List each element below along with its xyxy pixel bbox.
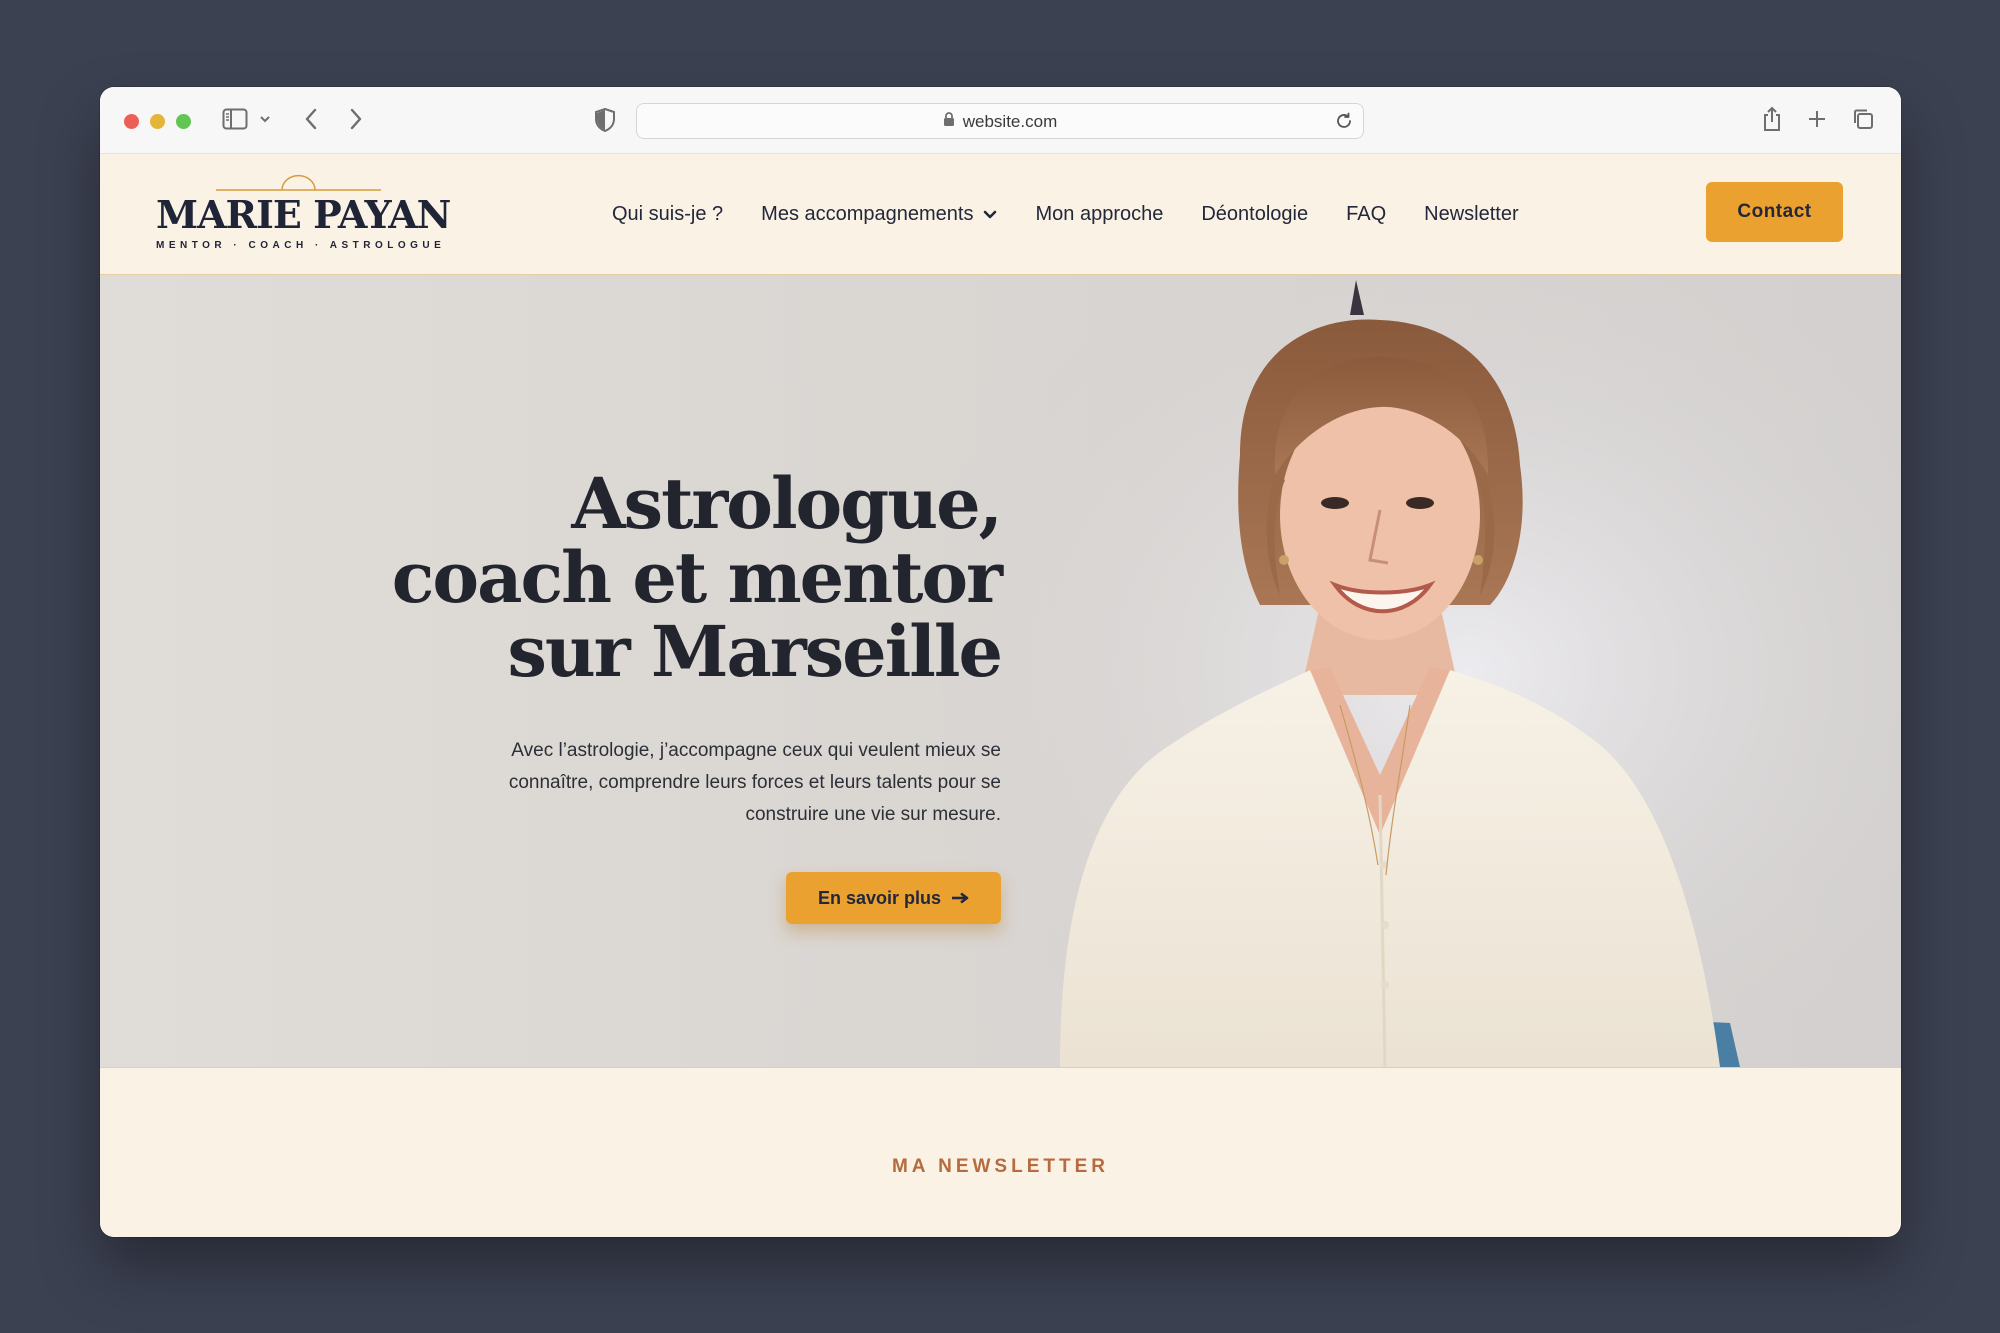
tabs-icon[interactable]	[1851, 107, 1875, 131]
contact-button[interactable]: Contact	[1706, 182, 1843, 242]
logo[interactable]: MARIE PAYAN MENTOR · COACH · ASTROLOGUE	[156, 168, 451, 258]
nav-label: Qui suis-je ?	[612, 203, 724, 225]
back-arrow-icon[interactable]	[300, 107, 322, 131]
browser-toolbar: website.com	[100, 87, 1901, 154]
url-text: website.com	[962, 112, 1058, 131]
address-text: website.com	[637, 104, 1363, 140]
zoom-window-button[interactable]	[176, 114, 191, 129]
shield-icon[interactable]	[593, 107, 617, 133]
browser-window: website.com MARIE PAYAN MENTOR · COACH ·…	[100, 87, 1901, 1237]
sunrise-arc-icon	[216, 174, 381, 191]
hero-text-line: connaître, comprendre leurs forces et le…	[508, 772, 1001, 793]
hero-title-line: Astrologue,	[571, 462, 1003, 545]
nav-item-mes-accompagnements[interactable]: Mes accompagnements	[761, 203, 997, 226]
plus-icon[interactable]	[1805, 107, 1829, 131]
newsletter-eyebrow: MA NEWSLETTER	[891, 1156, 1109, 1177]
forward-arrow-icon[interactable]	[345, 107, 367, 131]
logo-name: MARIE PAYAN	[156, 192, 451, 237]
address-bar[interactable]: website.com	[636, 103, 1364, 139]
nav-item-qui-suis-je[interactable]: Qui suis-je ?	[612, 203, 723, 226]
learn-more-label: En savoir plus	[817, 887, 942, 908]
nav-label: Newsletter	[1424, 203, 1519, 225]
hero-title-line: sur Marseille	[507, 610, 1003, 693]
hero-description: Avec l’astrologie, j’accompagne ceux qui…	[441, 735, 1001, 831]
close-window-button[interactable]	[124, 114, 139, 129]
hero-text-line: construire une vie sur mesure.	[745, 804, 1001, 825]
nav-item-mon-approche[interactable]: Mon approche	[1035, 203, 1163, 226]
nav-item-faq[interactable]: FAQ	[1346, 203, 1386, 226]
minimize-window-button[interactable]	[150, 114, 165, 129]
chevron-down-icon[interactable]	[258, 109, 272, 129]
nav-label: FAQ	[1346, 203, 1387, 225]
hero-section: Astrologue, coach et mentor sur Marseill…	[100, 275, 1901, 1067]
hero-title: Astrologue, coach et mentor sur Marseill…	[381, 462, 1003, 693]
site-header: MARIE PAYAN MENTOR · COACH · ASTROLOGUE …	[100, 154, 1901, 275]
logo-tagline: MENTOR · COACH · ASTROLOGUE	[156, 240, 446, 251]
learn-more-button[interactable]: En savoir plus	[786, 872, 1001, 924]
portrait-photo	[940, 275, 1901, 1067]
nav-label: Mon approche	[1035, 203, 1164, 225]
hero-text-line: Avec l’astrologie, j’accompagne ceux qui…	[511, 740, 1001, 761]
nav-label: Mes accompagnements	[761, 203, 974, 225]
reload-icon[interactable]	[1333, 110, 1355, 132]
nav-item-deontologie[interactable]: Déontologie	[1201, 203, 1308, 226]
lock-icon	[943, 112, 955, 132]
nav-label: Déontologie	[1201, 203, 1309, 225]
nav-item-newsletter[interactable]: Newsletter	[1424, 203, 1518, 226]
hero-title-line: coach et mentor	[391, 536, 1003, 619]
main-nav: Qui suis-je ? Mes accompagnements Mon ap…	[612, 154, 1519, 275]
sidebar-icon[interactable]	[222, 108, 248, 130]
arrow-right-icon	[951, 888, 969, 909]
chevron-down-icon	[983, 208, 997, 222]
share-icon[interactable]	[1760, 105, 1784, 133]
newsletter-section: MA NEWSLETTER	[100, 1067, 1901, 1237]
